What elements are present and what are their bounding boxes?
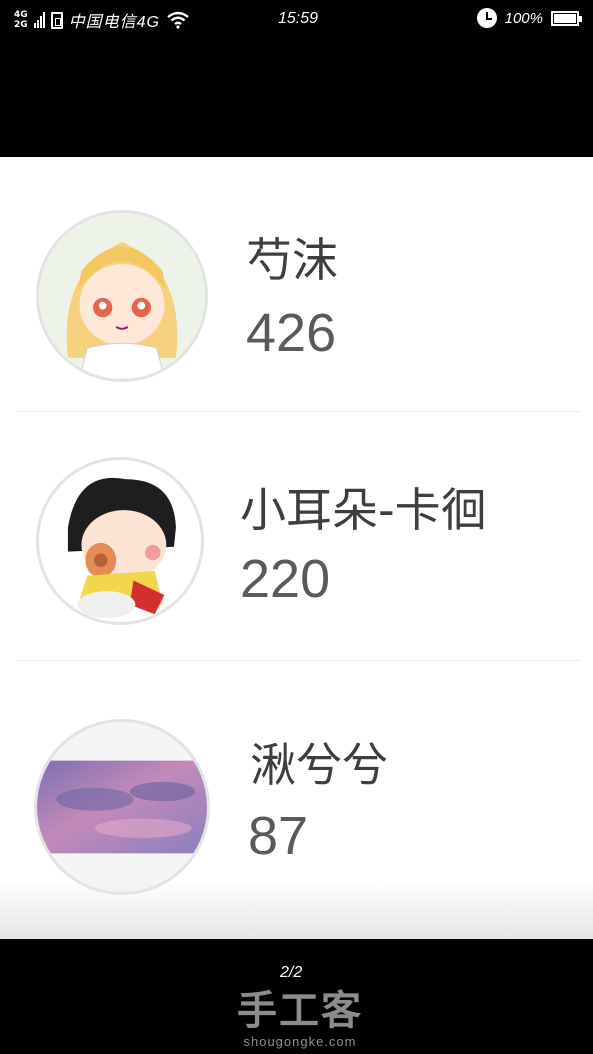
user-name: 芍沫 [246,233,338,287]
status-right: 100% [476,8,582,28]
carrier-label: 中国电信4G [68,14,161,31]
list-item[interactable]: 芍沫 426 [0,157,593,412]
signal-icon [33,12,45,28]
network-type-bottom: 2G [14,20,28,30]
user-count: 220 [240,549,331,609]
watermark-url: shougongke.com [243,1034,357,1049]
user-count: 87 [248,806,309,866]
avatar [36,457,204,625]
user-name: 小耳朵-卡徊 [240,483,487,537]
status-bar: 4G 2G 中国电信4G 15:59 100% [0,0,593,40]
alarm-clock-icon [476,8,497,28]
network-type-icon: 4G 2G [14,10,28,30]
wifi-icon [167,11,189,29]
clock: 15:59 [278,10,319,27]
list-item[interactable]: 湫兮兮 87 [0,661,593,939]
user-name: 湫兮兮 [250,738,388,792]
network-type-top: 4G [14,10,28,20]
list-item[interactable]: 小耳朵-卡徊 220 [0,412,593,661]
follower-list: 芍沫 426 小耳朵-卡徊 220 湫兮兮 87 [0,157,593,939]
status-left: 4G 2G 中国电信4G [14,8,190,32]
battery-percentage: 100% [504,9,543,27]
battery-icon [551,10,582,26]
sim-card-icon [50,11,63,29]
user-count: 426 [246,303,337,363]
avatar [34,719,210,895]
avatar [36,210,208,382]
watermark-logo: 手工客 shougongke.com [230,978,370,1049]
watermark-text: 手工客 [237,988,363,1034]
